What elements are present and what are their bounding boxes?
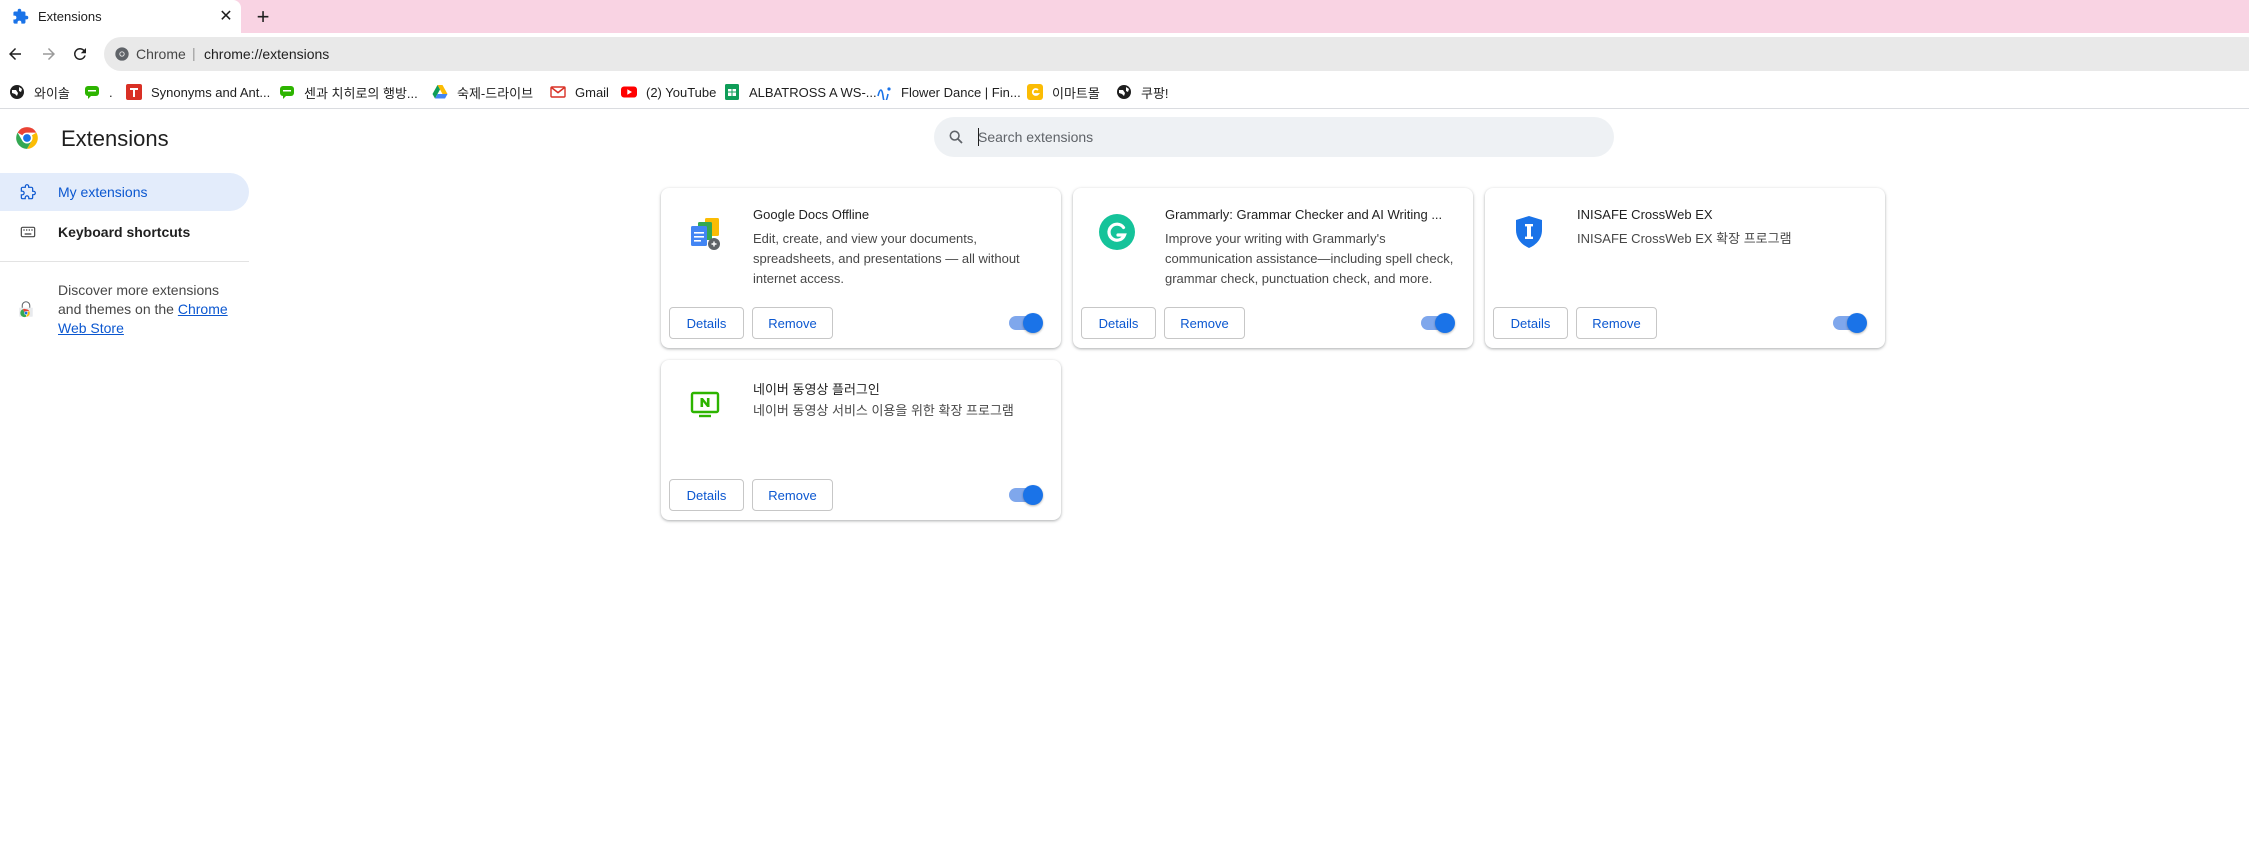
- toggle-knob: [1847, 313, 1867, 333]
- web-store-icon: [19, 301, 33, 318]
- extension-card-grammarly: Grammarly: Grammar Checker and AI Writin…: [1073, 188, 1473, 348]
- bookmark-item[interactable]: Gmail: [550, 83, 609, 101]
- extension-card-inisafe-crossweb-ex: INISAFE CrossWeb EX INISAFE CrossWeb EX …: [1485, 188, 1885, 348]
- extension-description: Edit, create, and view your documents, s…: [753, 231, 1020, 286]
- sidebar-divider: [0, 261, 249, 262]
- details-button[interactable]: Details: [669, 307, 744, 339]
- extension-name: Google Docs Offline: [753, 207, 870, 222]
- text-caret: [978, 128, 979, 146]
- inisafe-shield-icon: [1516, 216, 1542, 248]
- bookmark-label: ALBATROSS A WS-...: [749, 84, 877, 100]
- thesaurus-icon: [126, 84, 142, 100]
- site-label: Chrome: [136, 46, 186, 62]
- enable-toggle[interactable]: [1009, 485, 1043, 505]
- browser-toolbar: Chrome | chrome://extensions: [0, 33, 2249, 75]
- enable-toggle[interactable]: [1421, 313, 1455, 333]
- bookmark-item[interactable]: 숙제-드라이브: [432, 83, 533, 101]
- grammarly-icon: [1099, 214, 1135, 250]
- bookmark-item[interactable]: 쿠팡!: [1116, 83, 1169, 101]
- toggle-knob: [1023, 485, 1043, 505]
- reload-icon: [73, 47, 86, 60]
- gmail-icon: [550, 86, 566, 98]
- details-button[interactable]: Details: [669, 479, 744, 511]
- back-button[interactable]: [4, 43, 26, 65]
- globe-icon: [10, 85, 24, 99]
- bookmark-label: 센과 치히로의 행방...: [304, 85, 418, 101]
- chat-icon: [280, 86, 294, 99]
- extension-description: Improve your writing with Grammarly's co…: [1165, 231, 1454, 286]
- bookmark-item[interactable]: Flower Dance | Fin...: [876, 83, 1021, 101]
- drive-icon: [432, 85, 448, 99]
- bookmark-item[interactable]: 이마트몰: [1027, 83, 1100, 101]
- naver-video-icon: [690, 391, 720, 418]
- music-icon: [877, 87, 891, 100]
- bookmark-label: (2) YouTube: [646, 84, 717, 100]
- bookmark-label: Gmail: [575, 84, 609, 100]
- bookmark-label: .: [109, 84, 113, 100]
- bookmark-label: 이마트몰: [1052, 85, 1100, 101]
- details-button[interactable]: Details: [1081, 307, 1156, 339]
- details-button[interactable]: Details: [1493, 307, 1568, 339]
- extension-description: INISAFE CrossWeb EX 확장 프로그램: [1577, 231, 1792, 246]
- extension-name: Grammarly: Grammar Checker and AI Writin…: [1165, 207, 1443, 222]
- toggle-knob: [1435, 313, 1455, 333]
- puzzle-icon: [13, 8, 29, 24]
- bookmark-label: Synonyms and Ant...: [151, 84, 271, 100]
- forward-button[interactable]: [38, 43, 60, 65]
- search-icon: [949, 130, 963, 144]
- toggle-knob: [1023, 313, 1043, 333]
- sidebar-item-keyboard-shortcuts[interactable]: Keyboard shortcuts: [0, 213, 249, 251]
- enable-toggle[interactable]: [1009, 313, 1043, 333]
- page-title: Extensions: [61, 126, 169, 151]
- puzzle-outline-icon: [20, 184, 36, 200]
- forward-arrow-icon: [43, 48, 55, 60]
- search-input[interactable]: [978, 125, 1578, 149]
- extension-card-naver-video-plugin: 네이버 동영상 플러그인 네이버 동영상 서비스 이용을 위한 확장 프로그램 …: [661, 360, 1061, 520]
- remove-button[interactable]: Remove: [752, 307, 833, 339]
- new-tab-button[interactable]: +: [252, 4, 274, 29]
- bookmark-label: 숙제-드라이브: [457, 85, 534, 101]
- keyboard-icon: [20, 226, 36, 238]
- sidebar-item-my-extensions[interactable]: My extensions: [0, 173, 249, 211]
- emart-icon: [1027, 84, 1043, 100]
- youtube-icon: [621, 86, 637, 98]
- extension-name: 네이버 동영상 플러그인: [753, 382, 880, 397]
- omnibox-separator: |: [192, 45, 196, 61]
- chat-icon: [85, 86, 99, 99]
- extension-description: 네이버 동영상 서비스 이용을 위한 확장 프로그램: [753, 403, 1014, 418]
- remove-button[interactable]: Remove: [752, 479, 833, 511]
- bookmark-item[interactable]: Synonyms and Ant...: [126, 83, 270, 101]
- sheets-icon: [725, 84, 739, 100]
- bookmark-item[interactable]: .: [84, 83, 113, 101]
- web-store-promo: Discover more extensions and themes on t…: [58, 281, 238, 338]
- enable-toggle[interactable]: [1833, 313, 1867, 333]
- globe-icon: [1117, 85, 1131, 99]
- extension-card-google-docs-offline: Google Docs Offline Edit, create, and vi…: [661, 188, 1061, 348]
- address-bar[interactable]: Chrome | chrome://extensions: [104, 37, 2249, 71]
- bookmark-label: Flower Dance | Fin...: [901, 84, 1021, 100]
- sidebar-item-label: My extensions: [58, 184, 148, 200]
- reload-button[interactable]: [69, 43, 91, 65]
- back-arrow-icon: [9, 48, 21, 60]
- tab-title: Extensions: [38, 9, 102, 24]
- bookmark-item[interactable]: (2) YouTube: [621, 83, 716, 101]
- extension-name: INISAFE CrossWeb EX: [1577, 207, 1713, 222]
- bookmark-item[interactable]: 와이솔: [9, 83, 70, 101]
- tab-extensions[interactable]: Extensions ✕: [0, 0, 241, 33]
- remove-button[interactable]: Remove: [1164, 307, 1245, 339]
- sidebar-item-label: Keyboard shortcuts: [58, 224, 191, 240]
- bookmark-label: 와이솔: [34, 85, 70, 101]
- search-extensions-box[interactable]: [934, 117, 1614, 157]
- bookmarks-bar: 와이솔 . Synonyms and Ant... 센과 치히로의 행방... …: [0, 75, 2249, 109]
- bookmark-item[interactable]: 센과 치히로의 행방...: [279, 83, 418, 101]
- bookmark-item[interactable]: ALBATROSS A WS-...: [724, 83, 877, 101]
- tab-strip: Extensions ✕ +: [0, 0, 2249, 33]
- bookmark-label: 쿠팡!: [1141, 85, 1169, 101]
- url-text[interactable]: chrome://extensions: [204, 46, 329, 62]
- tab-close-icon[interactable]: ✕: [216, 6, 236, 26]
- chrome-site-icon: [115, 47, 129, 61]
- chrome-logo-icon: [16, 127, 38, 149]
- google-docs-offline-icon: [691, 218, 720, 250]
- remove-button[interactable]: Remove: [1576, 307, 1657, 339]
